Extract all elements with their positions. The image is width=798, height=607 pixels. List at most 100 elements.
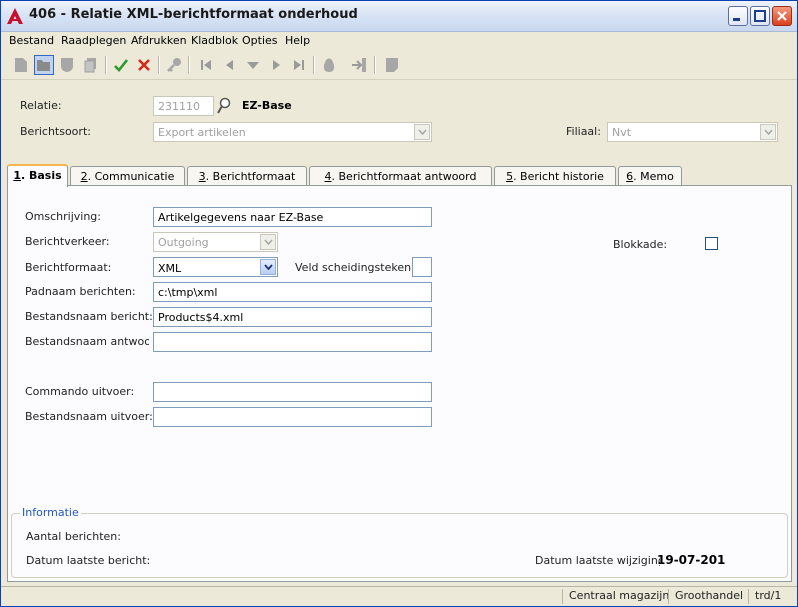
import-button[interactable] (349, 55, 369, 75)
open-folder-icon (37, 60, 50, 71)
menu-afdrukken[interactable]: Afdrukken (131, 34, 187, 47)
filiaal-dropdown-button[interactable] (760, 124, 776, 140)
menu-kladblok[interactable]: Kladblok (191, 34, 238, 47)
datum-laatste-wijziging-label: Datum laatste wijziging: (535, 554, 660, 567)
maximize-button[interactable] (750, 6, 770, 26)
import-icon (352, 58, 366, 72)
berichtsoort-value: Export artikelen (158, 126, 246, 139)
bestandsnaam-uitvoer-label: Bestandsnaam uitvoer: (25, 410, 153, 423)
tab-memo[interactable]: 6. Memo (618, 166, 682, 186)
tab-bericht-historie-key: 5 (506, 170, 514, 183)
first-record-button[interactable] (196, 55, 216, 75)
toolbar-separator (313, 56, 315, 74)
status-bar: Centraal magazijn Groothandel trd/1 (1, 586, 797, 606)
next-record-button[interactable] (266, 55, 286, 75)
key-icon (167, 58, 181, 72)
new-button[interactable] (11, 55, 31, 75)
cross-icon (138, 59, 150, 71)
status-location: Centraal magazijn (562, 589, 669, 604)
relatie-name: EZ-Base (242, 99, 292, 112)
menu-opties[interactable]: Opties (242, 34, 278, 47)
toolbar-separator (188, 56, 190, 74)
tab-bericht-historie-label: . Bericht historie (513, 170, 604, 183)
berichtformaat-label: Berichtformaat: (25, 261, 112, 274)
previous-record-icon (226, 60, 233, 70)
dropdown-record-button[interactable] (243, 55, 263, 75)
status-segment: Groothandel (668, 589, 743, 604)
tab-berichtformaat-label: . Berichtformaat (205, 170, 296, 183)
menu-raadplegen[interactable]: Raadplegen (61, 34, 126, 47)
tab-berichtformaat[interactable]: 3. Berichtformaat (187, 166, 307, 186)
search-icon[interactable] (216, 97, 232, 115)
next-record-icon (273, 60, 280, 70)
confirm-button[interactable] (111, 55, 131, 75)
tab-strip: 1. Basis 2. Communicatie 3. Berichtforma… (7, 164, 793, 187)
copy-button[interactable] (81, 55, 101, 75)
omschrijving-field[interactable]: Artikelgegevens naar EZ-Base (153, 207, 432, 227)
key-button[interactable] (164, 55, 184, 75)
toolbar (1, 51, 797, 80)
copy-icon (84, 58, 96, 73)
save-button[interactable] (57, 55, 77, 75)
tab-panel-basis: Omschrijving: Artikelgegevens naar EZ-Ba… (7, 185, 792, 582)
tab-berichtformaat-key: 3 (198, 170, 206, 183)
tab-basis-key: 1 (13, 169, 21, 182)
tab-berichtformaat-antwoord[interactable]: 4. Berichtformaat antwoord (309, 166, 492, 186)
bag-button[interactable] (319, 55, 339, 75)
application-window: 406 - Relatie XML-berichtformaat onderho… (0, 0, 798, 607)
note-icon (386, 58, 398, 72)
toolbar-separator (374, 56, 376, 74)
blokkade-checkbox[interactable] (705, 237, 718, 250)
bestandsnaam-uitvoer-field[interactable] (153, 407, 432, 427)
maximize-icon (754, 10, 766, 22)
open-button[interactable] (34, 55, 54, 75)
datum-laatste-wijziging-value: 19-07-201 (657, 553, 726, 567)
title-bar: 406 - Relatie XML-berichtformaat onderho… (1, 1, 797, 32)
informatie-group: Informatie Aantal berichten: Datum laats… (11, 506, 788, 578)
berichtformaat-select[interactable]: XML (153, 257, 278, 277)
chevron-down-icon (247, 62, 259, 69)
berichtsoort-select[interactable]: Export artikelen (153, 122, 432, 142)
berichtformaat-value: XML (158, 262, 182, 275)
datum-laatste-bericht-label: Datum laatste bericht: (26, 554, 151, 567)
minimize-button[interactable] (728, 6, 748, 26)
tab-berichtformaat-antwoord-key: 4 (324, 170, 332, 183)
veld-scheidingsteken-field[interactable] (412, 257, 432, 277)
menu-bestand[interactable]: Bestand (9, 34, 54, 47)
bag-icon (323, 58, 335, 72)
filiaal-label: Filiaal: (566, 125, 601, 138)
chevron-down-icon (417, 129, 427, 135)
close-button[interactable] (772, 6, 792, 26)
blokkade-label: Blokkade: (613, 238, 668, 251)
berichtsoort-label: Berichtsoort: (20, 125, 91, 138)
app-logo-icon (7, 8, 23, 24)
last-record-button[interactable] (289, 55, 309, 75)
window-title: 406 - Relatie XML-berichtformaat onderho… (29, 7, 358, 22)
minimize-icon (733, 18, 740, 21)
notepad-button[interactable] (382, 55, 402, 75)
menu-help[interactable]: Help (285, 34, 310, 47)
first-record-icon (201, 60, 211, 70)
relatie-field[interactable]: 231110 (153, 96, 214, 116)
berichtverkeer-dropdown-button[interactable] (260, 234, 276, 250)
berichtverkeer-select[interactable]: Outgoing (153, 232, 278, 252)
previous-record-button[interactable] (220, 55, 240, 75)
last-record-icon (294, 60, 304, 70)
filiaal-select[interactable]: Nvt (607, 122, 778, 142)
padnaam-field[interactable]: c:\tmp\xml (153, 282, 432, 302)
cancel-button[interactable] (134, 55, 154, 75)
tab-basis[interactable]: 1. Basis (7, 164, 68, 187)
tab-bericht-historie[interactable]: 5. Bericht historie (494, 166, 616, 186)
tab-communicatie[interactable]: 2. Communicatie (70, 166, 185, 186)
bestandsnaam-antwoord-field[interactable] (153, 332, 432, 352)
tab-communicatie-label: . Communicatie (87, 170, 175, 183)
tab-basis-label: . Basis (20, 169, 62, 182)
close-icon (777, 11, 787, 21)
commando-uitvoer-field[interactable] (153, 382, 432, 402)
bestandsnaam-bericht-field[interactable]: Products$4.xml (153, 307, 432, 327)
berichtsoort-dropdown-button[interactable] (414, 124, 430, 140)
berichtverkeer-label: Berichtverkeer: (25, 235, 110, 248)
filiaal-value: Nvt (612, 126, 632, 139)
berichtformaat-dropdown-button[interactable] (260, 259, 276, 275)
bestandsnaam-antwoord-label: Bestandsnaam antwoord (25, 335, 149, 348)
